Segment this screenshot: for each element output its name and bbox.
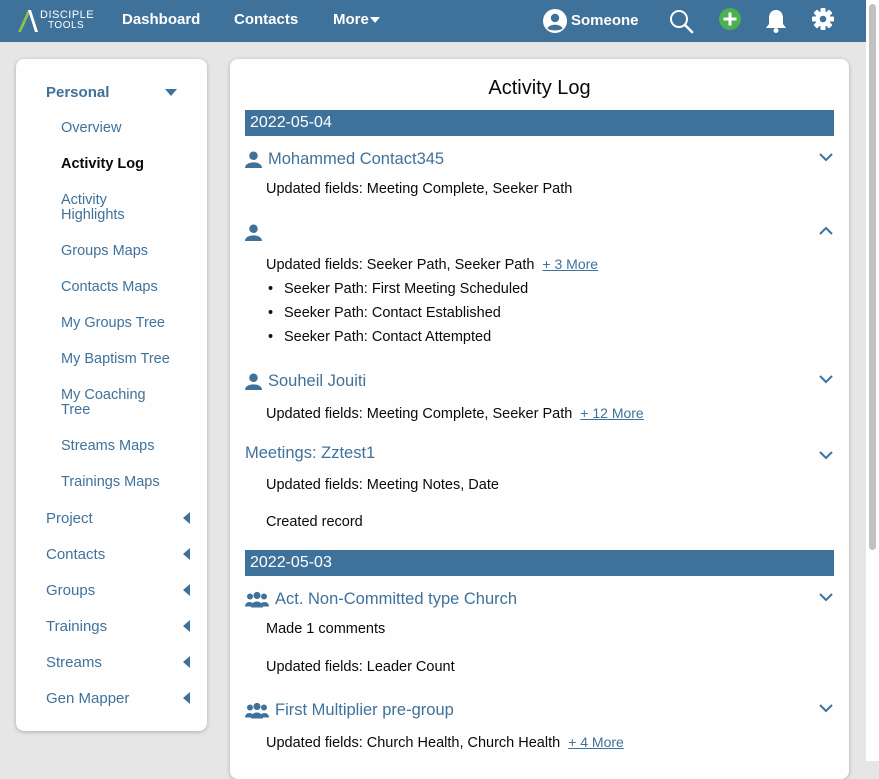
sidebar-item-activity-log[interactable]: Activity Log <box>61 157 144 172</box>
logo-mark-icon <box>18 10 38 32</box>
sidebar-section-contacts[interactable]: Contacts <box>46 547 105 562</box>
sidebar-section-streams[interactable]: Streams <box>46 655 102 670</box>
caret-down-icon[interactable] <box>165 89 177 96</box>
activity-entry-title[interactable]: First Multiplier pre-group <box>245 701 454 719</box>
chevron-up-icon[interactable] <box>818 226 834 236</box>
chevron-down-icon[interactable] <box>818 703 834 713</box>
nav-dashboard[interactable]: Dashboard <box>122 11 200 29</box>
activity-detail-item: Seeker Path: Contact Attempted <box>268 329 492 346</box>
activity-entry-name[interactable]: Souheil Jouiti <box>268 372 366 390</box>
sidebar-item-streams-maps[interactable]: Streams Maps <box>61 439 154 454</box>
date-label: 2022-05-04 <box>250 114 332 131</box>
sidebar-item-contacts-maps[interactable]: Contacts Maps <box>61 280 158 295</box>
activity-entry-name[interactable]: Meetings: Zztest1 <box>245 444 375 462</box>
activity-line: Made 1 comments <box>266 621 386 637</box>
search-icon[interactable] <box>668 8 694 34</box>
logo-text-line2: TOOLS <box>48 20 85 31</box>
chevron-down-icon[interactable] <box>818 592 834 602</box>
top-navbar: DISCIPLE TOOLS Dashboard Contacts More S… <box>0 0 879 42</box>
disciple-tools-logo[interactable]: DISCIPLE TOOLS <box>18 9 94 33</box>
activity-entry-name[interactable]: First Multiplier pre-group <box>275 701 454 719</box>
group-icon <box>245 592 269 608</box>
activity-line: Updated fields: Church Health, Church He… <box>266 734 624 752</box>
caret-left-icon[interactable] <box>183 620 190 632</box>
bell-icon[interactable] <box>763 8 789 34</box>
date-header: 2022-05-03 <box>245 550 834 576</box>
sidebar-section-trainings[interactable]: Trainings <box>46 619 107 634</box>
activity-line-text: Updated fields: Seeker Path, Seeker Path <box>266 257 535 273</box>
show-more-link[interactable]: + 3 More <box>542 256 598 272</box>
activity-detail-text: Seeker Path: First Meeting Scheduled <box>284 281 529 297</box>
chevron-down-icon[interactable] <box>818 450 834 460</box>
sidebar-item-my-coaching-tree[interactable]: My Coaching Tree <box>61 388 161 418</box>
activity-detail-text: Seeker Path: Contact Established <box>284 305 501 321</box>
activity-line: Updated fields: Meeting Complete, Seeker… <box>266 181 573 197</box>
sidebar-item-my-baptism-tree[interactable]: My Baptism Tree <box>61 352 170 367</box>
sidebar-item-trainings-maps[interactable]: Trainings Maps <box>61 475 160 490</box>
page-title: Activity Log <box>488 77 591 99</box>
sidebar: Personal Overview Activity Log Activity … <box>16 59 207 731</box>
activity-entry-title[interactable]: Mohammed Contact345 <box>245 150 444 169</box>
activity-entry-title[interactable]: Act. Non-Committed type Church <box>245 590 517 608</box>
activity-detail-item: Seeker Path: Contact Established <box>268 305 501 322</box>
chevron-down-icon[interactable] <box>818 374 834 384</box>
show-more-link[interactable]: + 12 More <box>580 405 643 421</box>
activity-detail-text: Seeker Path: Contact Attempted <box>284 329 492 345</box>
activity-log-panel: Activity Log 2022-05-04 Mohammed Contact… <box>230 59 849 779</box>
nav-contacts[interactable]: Contacts <box>234 11 298 29</box>
activity-line: Updated fields: Seeker Path, Seeker Path… <box>266 256 598 274</box>
activity-entry-title[interactable] <box>245 223 268 242</box>
date-label: 2022-05-03 <box>250 554 332 571</box>
activity-entry-title[interactable]: Meetings: Zztest1 <box>245 444 375 462</box>
caret-left-icon[interactable] <box>183 656 190 668</box>
caret-left-icon[interactable] <box>183 692 190 704</box>
activity-detail-item: Seeker Path: First Meeting Scheduled <box>268 281 529 298</box>
activity-line: Updated fields: Leader Count <box>266 659 455 675</box>
caret-left-icon[interactable] <box>183 512 190 524</box>
activity-line: Created record <box>266 514 363 530</box>
caret-left-icon[interactable] <box>183 584 190 596</box>
user-name[interactable]: Someone <box>571 12 639 30</box>
activity-line: Updated fields: Meeting Notes, Date <box>266 477 499 493</box>
person-icon <box>245 151 262 169</box>
group-icon <box>245 703 269 719</box>
activity-line: Updated fields: Meeting Complete, Seeker… <box>266 405 644 423</box>
activity-entry-name[interactable]: Act. Non-Committed type Church <box>275 590 517 608</box>
scrollbar-thumb[interactable] <box>869 4 876 550</box>
add-icon[interactable] <box>717 8 743 34</box>
sidebar-item-my-groups-tree[interactable]: My Groups Tree <box>61 316 165 331</box>
sidebar-section-groups[interactable]: Groups <box>46 583 95 598</box>
show-more-link[interactable]: + 4 More <box>568 734 624 750</box>
sidebar-item-groups-maps[interactable]: Groups Maps <box>61 244 148 259</box>
activity-line-text: Updated fields: Church Health, Church He… <box>266 735 561 751</box>
gear-icon[interactable] <box>810 8 836 34</box>
person-icon <box>245 224 262 242</box>
date-header: 2022-05-04 <box>245 110 834 136</box>
more-caret-icon[interactable] <box>370 17 380 23</box>
activity-entry-title[interactable]: Souheil Jouiti <box>245 372 366 391</box>
sidebar-section-project[interactable]: Project <box>46 511 93 526</box>
activity-entry-name[interactable]: Mohammed Contact345 <box>268 150 444 168</box>
sidebar-section-gen-mapper[interactable]: Gen Mapper <box>46 691 129 706</box>
person-icon <box>245 373 262 391</box>
user-avatar-icon[interactable] <box>543 9 567 33</box>
caret-left-icon[interactable] <box>183 548 190 560</box>
sidebar-item-activity-highlights[interactable]: Activity Highlights <box>61 193 151 223</box>
activity-line-text: Updated fields: Meeting Complete, Seeker… <box>266 406 573 422</box>
nav-more[interactable]: More <box>333 11 369 29</box>
sidebar-section-personal[interactable]: Personal <box>46 85 109 100</box>
chevron-down-icon[interactable] <box>818 152 834 162</box>
sidebar-item-overview[interactable]: Overview <box>61 121 121 136</box>
